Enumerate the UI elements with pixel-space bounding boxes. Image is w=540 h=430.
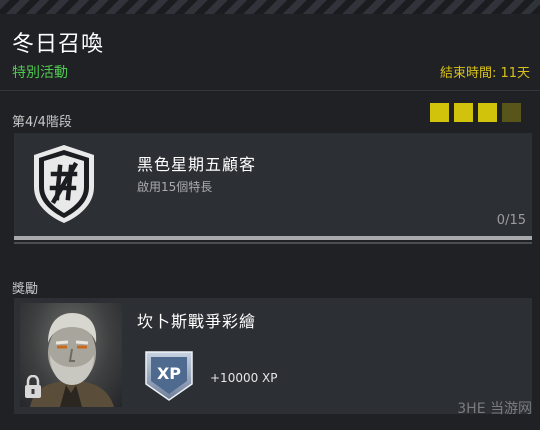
stage-pip	[502, 103, 521, 122]
event-subtitle: 特別活動	[12, 65, 68, 81]
stage-label: 第4/4階段	[12, 115, 72, 130]
site-watermark: 3HE 当游网	[457, 401, 532, 417]
challenge-progress-track	[14, 242, 532, 244]
lock-icon	[25, 375, 41, 398]
stage-pip	[454, 103, 473, 122]
xp-badge-text: XP	[157, 364, 181, 383]
top-stripe-band	[0, 0, 540, 14]
challenge-name: 黑色星期五顧客	[137, 155, 257, 174]
reward-character-portrait	[20, 303, 122, 407]
event-title: 冬日召喚	[12, 32, 105, 57]
header-divider	[0, 90, 540, 91]
challenge-progress-bar	[14, 236, 532, 240]
challenge-description: 啟用15個特長	[137, 180, 213, 194]
event-timer: 結束時間: 11天	[439, 66, 530, 81]
stage-pip	[430, 103, 449, 122]
challenge-progress-count: 0/15	[496, 213, 526, 228]
reward-section-label: 獎勵	[12, 282, 39, 297]
stage-progress-pips	[430, 103, 521, 122]
reward-name: 坎卜斯戰爭彩繪	[137, 312, 257, 331]
xp-amount: +10000 XP	[210, 371, 278, 385]
xp-badge-icon: XP	[145, 351, 193, 401]
shield-hashtag-icon	[34, 145, 94, 223]
stage-pip	[478, 103, 497, 122]
